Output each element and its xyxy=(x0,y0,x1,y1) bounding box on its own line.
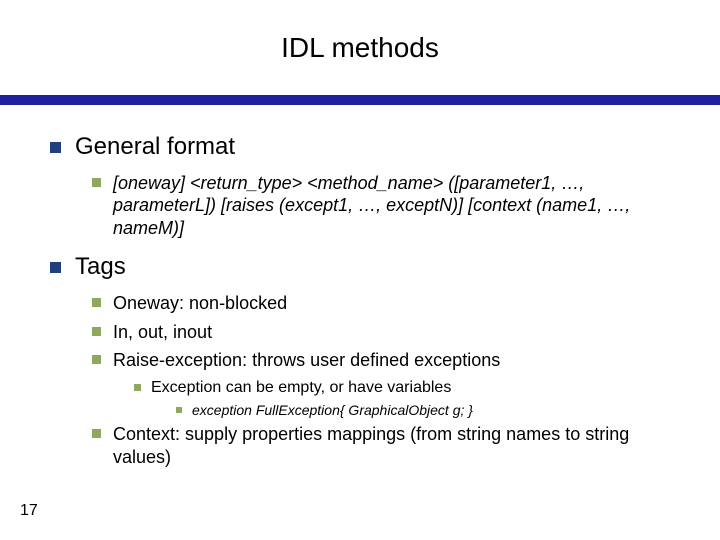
slide-content: General format [oneway] <return_type> <m… xyxy=(0,105,720,468)
list-item-text: Exception can be empty, or have variable… xyxy=(151,378,451,398)
slide-title: IDL methods xyxy=(281,32,439,64)
list-item: Context: supply properties mappings (fro… xyxy=(92,423,680,468)
list-item-text: In, out, inout xyxy=(113,321,212,344)
section-tags: Tags Oneway: non-blocked In, out, inout … xyxy=(50,253,680,468)
title-band: IDL methods xyxy=(0,0,720,95)
section-general-format: General format [oneway] <return_type> <m… xyxy=(50,133,680,239)
divider-band xyxy=(0,95,720,105)
list-item-text: Context: supply properties mappings (fro… xyxy=(113,423,680,468)
square-bullet-icon xyxy=(50,142,61,153)
square-bullet-icon xyxy=(134,384,141,391)
list-item: In, out, inout xyxy=(92,321,680,344)
page-number: 17 xyxy=(20,502,38,520)
list-item: Exception can be empty, or have variable… xyxy=(134,378,680,398)
list-item-text: [oneway] <return_type> <method_name> ([p… xyxy=(113,172,680,240)
square-bullet-icon xyxy=(50,262,61,273)
list-item: [oneway] <return_type> <method_name> ([p… xyxy=(92,172,680,240)
square-bullet-icon xyxy=(92,327,101,336)
square-bullet-icon xyxy=(92,355,101,364)
list-item: Raise-exception: throws user defined exc… xyxy=(92,349,680,372)
square-bullet-icon xyxy=(92,178,101,187)
list-item-text: exception FullException{ GraphicalObject… xyxy=(192,402,473,420)
section-heading: Tags xyxy=(75,253,126,282)
square-bullet-icon xyxy=(92,298,101,307)
list-item: Oneway: non-blocked xyxy=(92,292,680,315)
square-bullet-icon xyxy=(92,429,101,438)
list-item-text: Raise-exception: throws user defined exc… xyxy=(113,349,500,372)
list-item-text: Oneway: non-blocked xyxy=(113,292,287,315)
section-heading: General format xyxy=(75,133,235,162)
list-item: exception FullException{ GraphicalObject… xyxy=(176,402,680,420)
square-bullet-icon xyxy=(176,407,182,413)
